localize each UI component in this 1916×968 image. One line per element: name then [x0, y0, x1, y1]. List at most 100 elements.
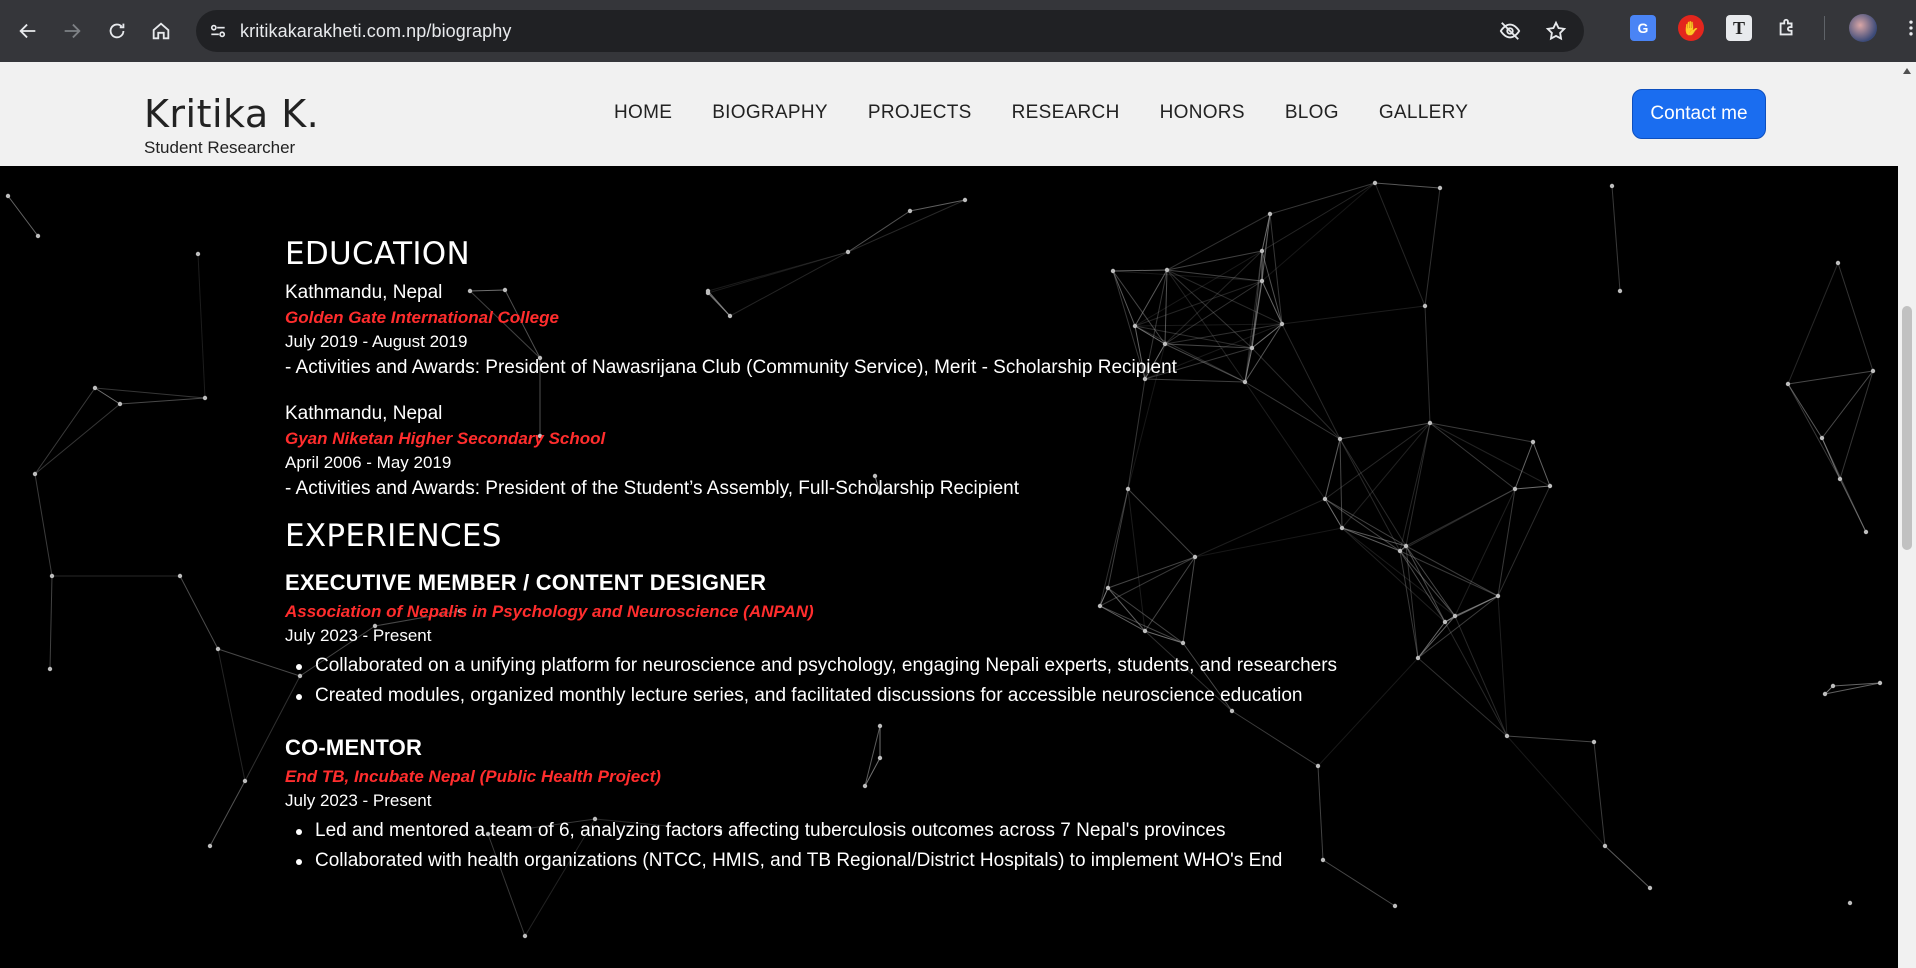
experience-bullet: Led and mentored a team of 6, analyzing … [296, 816, 1375, 846]
experience-item: EXECUTIVE MEMBER / CONTENT DESIGNER Asso… [285, 570, 1485, 711]
network-line [1497, 485, 1551, 597]
network-node [1547, 483, 1553, 489]
experience-bullets: Collaborated on a unifying platform for … [296, 651, 1375, 711]
experience-bullet: Collaborated on a unifying platform for … [296, 651, 1375, 681]
main-nav: HOME BIOGRAPHY PROJECTS RESEARCH HONORS … [614, 102, 1508, 124]
network-node [962, 197, 968, 203]
network-line [1787, 370, 1874, 385]
experience-role: CO-MENTOR [285, 735, 423, 760]
network-line [94, 387, 206, 399]
experience-organization: Association of Nepalis in Psychology and… [285, 602, 814, 621]
experience-item: CO-MENTOR End TB, Incubate Nepal (Public… [285, 735, 1485, 876]
scroll-thumb[interactable] [1902, 306, 1912, 550]
network-line [1839, 478, 1867, 533]
education-item: Kathmandu, Nepal Gyan Niketan Higher Sec… [285, 403, 1485, 500]
network-line [49, 575, 53, 670]
network-line [1497, 595, 1508, 737]
education-description: - Activities and Awards: President of Na… [285, 357, 1177, 378]
browser-menu-icon[interactable] [1899, 16, 1916, 40]
network-node [202, 395, 208, 401]
network-node [1617, 288, 1623, 294]
network-line [7, 195, 39, 237]
page-scrollbar[interactable] [1898, 62, 1916, 968]
education-dates: April 2006 - May 2019 [285, 453, 452, 472]
network-line [119, 397, 206, 405]
forward-icon[interactable] [50, 9, 94, 53]
nav-projects[interactable]: PROJECTS [868, 102, 972, 124]
extensions-puzzle-icon[interactable] [1774, 15, 1800, 41]
font-extension-icon[interactable]: T [1726, 15, 1752, 41]
network-node [207, 843, 213, 849]
network-line [909, 199, 966, 212]
network-line [1787, 383, 1841, 480]
brand-subtitle: Student Researcher [144, 138, 296, 157]
brand-name[interactable]: Kritika K. [144, 92, 319, 136]
nav-blog[interactable]: BLOG [1285, 102, 1339, 124]
network-node [1512, 486, 1518, 492]
network-node [1267, 211, 1273, 217]
reload-icon[interactable] [95, 9, 139, 53]
network-node [215, 646, 221, 652]
network-line [1604, 845, 1651, 889]
experiences-title: EXPERIENCES [285, 518, 502, 554]
site-info-icon[interactable] [206, 19, 230, 43]
network-node [1602, 843, 1608, 849]
network-node [1847, 900, 1853, 906]
address-bar[interactable]: kritikakarakheti.com.np/biography [196, 10, 1584, 52]
nav-research[interactable]: RESEARCH [1012, 102, 1120, 124]
profile-avatar[interactable] [1849, 14, 1877, 42]
experience-bullet: Collaborated with health organizations (… [296, 846, 1375, 876]
nav-biography[interactable]: BIOGRAPHY [712, 102, 828, 124]
contact-button[interactable]: Contact me [1632, 89, 1766, 139]
network-node [242, 778, 248, 784]
network-line [1839, 370, 1874, 480]
experience-organization: End TB, Incubate Nepal (Public Health Pr… [285, 767, 661, 786]
network-line [1787, 383, 1823, 439]
network-line [1611, 185, 1621, 292]
network-node [117, 401, 123, 407]
network-node [1835, 260, 1841, 266]
scroll-up-arrow-icon[interactable] [1903, 68, 1911, 74]
network-node [522, 933, 528, 939]
network-node [1591, 739, 1597, 745]
experience-bullet: Created modules, organized monthly lectu… [296, 681, 1375, 711]
home-icon[interactable] [139, 9, 183, 53]
experience-dates: July 2023 - Present [285, 791, 432, 810]
network-node [1495, 593, 1501, 599]
toolbar-divider [1824, 16, 1825, 40]
bookmark-star-icon[interactable] [1544, 19, 1568, 43]
network-line [179, 575, 219, 650]
eye-off-icon[interactable] [1498, 19, 1522, 43]
network-line [34, 403, 121, 475]
network-line [1821, 370, 1874, 439]
network-line [1514, 441, 1534, 490]
translate-extension-icon[interactable]: G [1630, 15, 1656, 41]
back-icon[interactable] [6, 9, 50, 53]
network-node [1372, 180, 1378, 186]
network-node [1647, 885, 1653, 891]
network-node [177, 573, 183, 579]
network-node [1830, 683, 1836, 689]
network-node [49, 573, 55, 579]
network-line [1506, 735, 1606, 847]
network-line [197, 253, 206, 399]
network-node [195, 251, 201, 257]
experience-bullets: Led and mentored a team of 6, analyzing … [296, 816, 1375, 876]
network-node [1437, 185, 1443, 191]
network-line [217, 648, 246, 782]
site-header: Kritika K. Student Researcher HOME BIOGR… [0, 62, 1898, 166]
nav-gallery[interactable]: GALLERY [1379, 102, 1468, 124]
network-node [1609, 183, 1615, 189]
stop-extension-icon[interactable]: ✋ [1678, 15, 1704, 41]
network-node [32, 471, 38, 477]
biography-content: EDUCATION Kathmandu, Nepal Golden Gate I… [285, 236, 1485, 900]
experience-role: EXECUTIVE MEMBER / CONTENT DESIGNER [285, 570, 767, 595]
url-text: kritikakarakheti.com.np/biography [240, 20, 512, 41]
network-line [1374, 182, 1441, 189]
nav-home[interactable]: HOME [614, 102, 672, 124]
network-node [1822, 691, 1828, 697]
network-node [1785, 381, 1791, 387]
network-line [1532, 441, 1551, 487]
nav-honors[interactable]: HONORS [1160, 102, 1245, 124]
network-line [34, 387, 96, 475]
